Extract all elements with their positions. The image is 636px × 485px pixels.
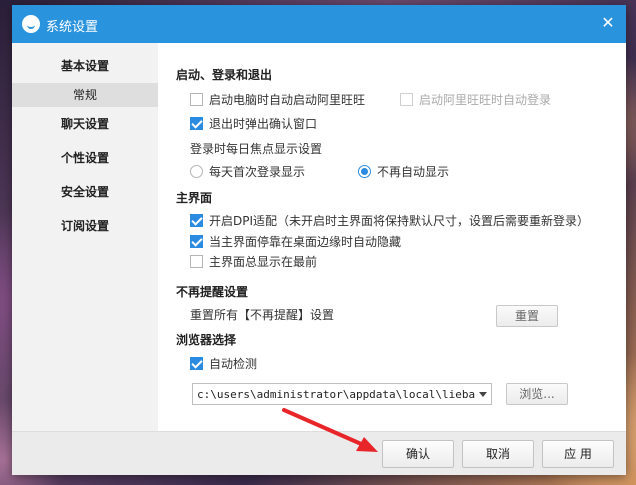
auto-detect-checkbox[interactable] [190,357,203,370]
sidebar-item-general[interactable]: 常规 [12,83,158,107]
auto-login-checkbox [400,93,413,106]
focus-display-label: 登录时每日焦点显示设置 [190,142,323,156]
section-title-main-ui: 主界面 [176,191,213,205]
browser-path-select[interactable]: c:\users\administrator\appdata\local\lie… [192,383,492,405]
focus-never-label: 不再自动显示 [377,165,450,179]
title-bar[interactable]: 系统设置 ✕ [12,5,626,43]
settings-content: 启动、登录和退出 启动电脑时自动启动阿里旺旺 启动阿里旺旺时自动登录 退出时弹出… [158,43,626,431]
auto-hide-checkbox[interactable] [190,235,203,248]
focus-first-radio[interactable] [190,165,203,178]
exit-confirm-option[interactable]: 退出时弹出确认窗口 [190,115,317,132]
app-logo-icon [22,15,40,33]
window-title: 系统设置 [46,20,99,35]
auto-hide-option[interactable]: 当主界面停靠在桌面边缘时自动隐藏 [190,233,401,250]
always-top-label: 主界面总显示在最前 [209,255,318,269]
auto-hide-label: 当主界面停靠在桌面边缘时自动隐藏 [209,235,402,249]
reset-button[interactable]: 重置 [496,305,558,327]
auto-start-option[interactable]: 启动电脑时自动启动阿里旺旺 [190,91,365,108]
dpi-checkbox[interactable] [190,214,203,227]
auto-start-label: 启动电脑时自动启动阿里旺旺 [209,93,366,107]
sidebar-item-security[interactable]: 安全设置 [12,175,158,209]
dialog-footer: 确认 取消 应 用 [12,431,626,475]
browser-path-value: c:\users\administrator\appdata\local\lie… [197,387,475,401]
always-top-checkbox[interactable] [190,255,203,268]
sidebar-item-subscription[interactable]: 订阅设置 [12,209,158,243]
focus-never-option[interactable]: 不再自动显示 [358,163,449,180]
auto-login-option: 启动阿里旺旺时自动登录 [400,91,551,108]
section-title-startup: 启动、登录和退出 [176,68,273,82]
always-top-option[interactable]: 主界面总显示在最前 [190,253,317,270]
confirm-button[interactable]: 确认 [382,440,454,468]
browse-button[interactable]: 浏览... [506,383,568,405]
focus-first-option[interactable]: 每天首次登录显示 [190,163,305,180]
sidebar-item-chat[interactable]: 聊天设置 [12,107,158,141]
auto-detect-option[interactable]: 自动检测 [190,355,257,372]
dpi-option[interactable]: 开启DPI适配（未开启时主界面将保持默认尺寸，设置后需要重新登录） [190,212,589,229]
sidebar-item-basic[interactable]: 基本设置 [12,49,158,83]
apply-button[interactable]: 应 用 [542,440,614,468]
focus-first-label: 每天首次登录显示 [209,165,306,179]
focus-never-radio[interactable] [358,165,371,178]
section-title-reminder: 不再提醒设置 [176,285,249,299]
auto-login-label: 启动阿里旺旺时自动登录 [419,93,552,107]
section-title-browser: 浏览器选择 [176,333,237,347]
chevron-down-icon[interactable] [475,384,491,404]
sidebar: 基本设置 常规 聊天设置 个性设置 安全设置 订阅设置 [12,43,158,431]
exit-confirm-checkbox[interactable] [190,117,203,130]
close-icon[interactable]: ✕ [600,15,616,31]
settings-dialog: 系统设置 ✕ 基本设置 常规 聊天设置 个性设置 安全设置 订阅设置 启动、登录… [12,5,626,475]
sidebar-item-personal[interactable]: 个性设置 [12,141,158,175]
auto-detect-label: 自动检测 [209,357,258,371]
cancel-button[interactable]: 取消 [462,440,534,468]
reset-reminder-label: 重置所有【不再提醒】设置 [190,308,335,322]
dpi-label: 开启DPI适配（未开启时主界面将保持默认尺寸，设置后需要重新登录） [209,214,590,228]
exit-confirm-label: 退出时弹出确认窗口 [209,117,318,131]
auto-start-checkbox[interactable] [190,93,203,106]
